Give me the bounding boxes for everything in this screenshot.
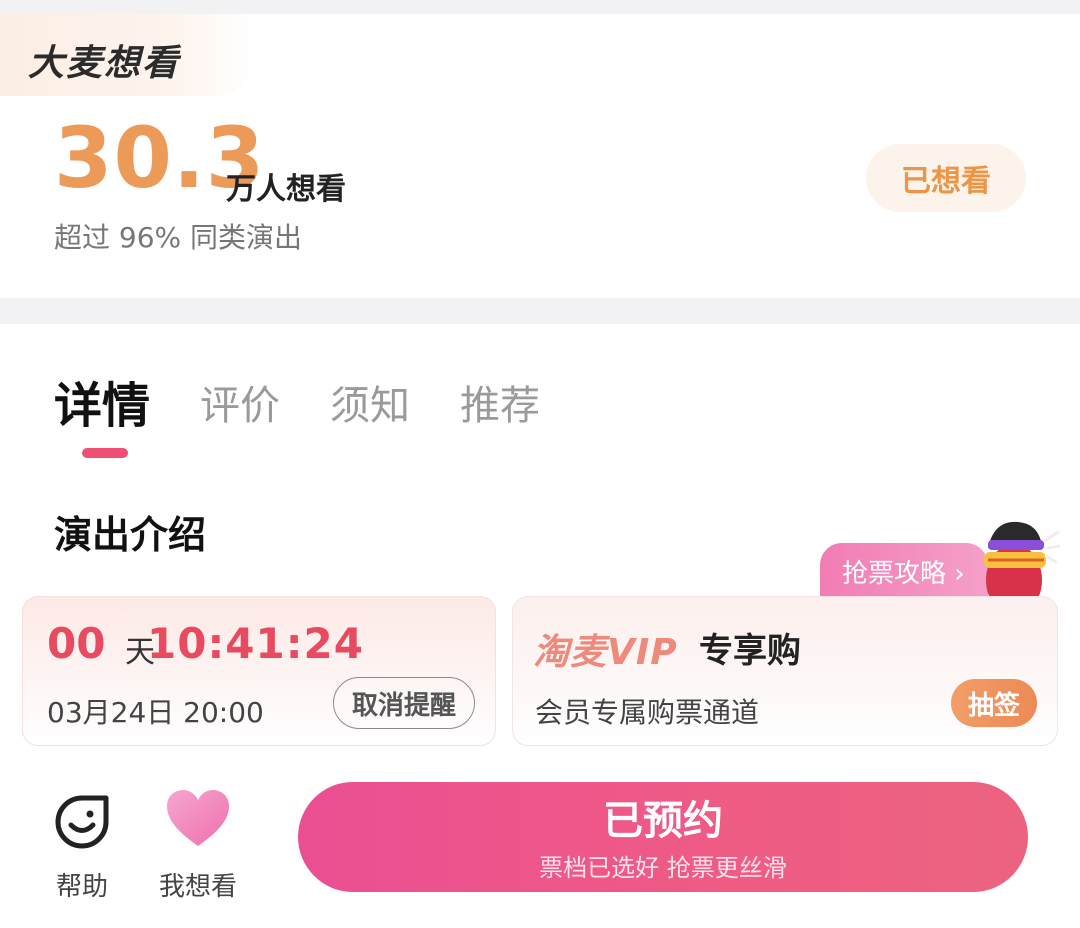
smiley-help-icon [55,795,109,849]
countdown-card: 00 天 10:41:24 03月24日 20:00 取消提醒 [22,596,496,746]
wanted-button[interactable]: 已想看 [866,144,1026,212]
sale-date: 03月24日 20:00 [47,696,264,729]
heart-icon [167,790,229,846]
reserve-main-label: 已预约 [603,798,723,844]
vip-description: 会员专属购票通道 [535,696,760,729]
want-card: 大麦想看 30.3 万人想看 超过 96% 同类演出 已想看 [0,14,1080,298]
page: 大麦想看 30.3 万人想看 超过 96% 同类演出 已想看 详情 评价 须知 … [0,0,1080,928]
tab-notice[interactable]: 须知 [330,376,410,436]
vip-title: 专享购 [699,631,801,671]
want-count-unit: 万人想看 [226,172,346,207]
countdown-days: 00 [47,619,106,668]
cancel-reminder-button[interactable]: 取消提醒 [333,677,475,729]
rank-text: 超过 96% 同类演出 [54,221,303,254]
vip-logo: 淘麦VIP [533,632,678,673]
tab-reviews[interactable]: 评价 [200,376,280,436]
vip-card[interactable]: 淘麦VIP 专享购 会员专属购票通道 抽签 [512,596,1058,746]
reserved-button[interactable]: 已预约 票档已选好 抢票更丝滑 [298,782,1028,892]
section-title: 演出介绍 [54,513,207,557]
want-label: 我想看 [158,872,237,902]
strategy-link[interactable]: 抢票攻略 › [820,543,988,599]
reserve-sub-label: 票档已选好 抢票更丝滑 [539,854,787,882]
brand-title: 大麦想看 [28,43,181,84]
detail-section: 详情 评价 须知 推荐 演出介绍 抢票攻略 › 00 天 10:41:24 03… [0,324,1080,928]
tab-detail[interactable]: 详情 [54,376,150,436]
countdown-time: 10:41:24 [147,619,364,668]
tab-recommend[interactable]: 推荐 [460,376,540,436]
brand-tag: 大麦想看 [0,14,252,96]
tab-bar: 详情 评价 须知 推荐 [54,376,540,436]
want-to-see-button[interactable]: 我想看 [154,788,242,903]
help-button[interactable]: 帮助 [50,792,114,903]
lottery-button[interactable]: 抽签 [951,679,1037,727]
tab-indicator [82,448,128,458]
help-label: 帮助 [55,872,108,902]
